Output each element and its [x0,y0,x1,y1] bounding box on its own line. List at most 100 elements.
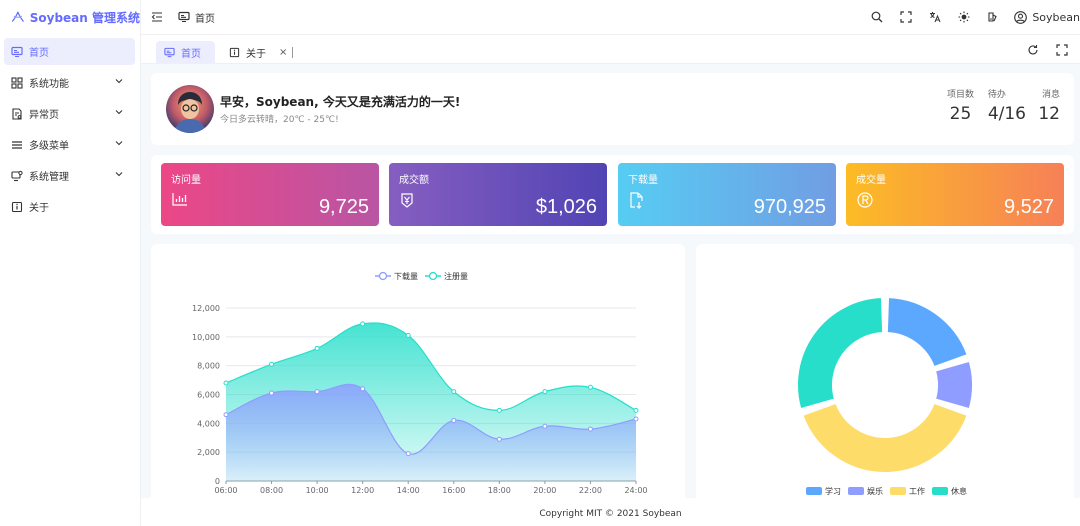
metric-title: 访问量 [171,175,201,186]
x-tick-label: 24:00 [624,486,647,495]
stat-messages: 消息 12 [1038,87,1060,124]
avatar[interactable] [166,85,214,133]
metric-card-downloads[interactable]: 下载量 970,925 [618,163,836,226]
legend-label: 休息 [951,486,967,496]
fullscreen-icon[interactable] [895,6,917,28]
info-icon [11,201,23,213]
metric-card-deals[interactable]: 成交量 9,527 [846,163,1064,226]
stat-value: 12 [1038,104,1060,124]
stat-label: 项目数 [946,90,974,100]
translate-icon[interactable] [924,6,946,28]
data-point [633,416,639,422]
legend-item: 学习 [806,486,841,496]
sidebar-item-exception[interactable]: 异常页 [4,100,135,127]
sidebar-item-label: 关于 [29,203,49,214]
legend-item: 工作 [890,486,925,496]
x-tick-label: 10:00 [306,486,329,495]
sun-icon[interactable] [953,6,975,28]
breadcrumb[interactable]: 首页 [178,10,215,25]
copyright-text: Copyright MIT © 2021 Soybean [539,509,682,519]
bar-chart-icon [172,192,188,209]
y-tick-label: 0 [215,477,220,486]
chevron-down-icon [115,110,123,115]
stat-label: 消息 [1041,90,1060,100]
data-point [451,389,457,395]
stat-label: 待办 [987,90,1006,100]
monitor-icon [11,46,23,58]
sidebar-item-multilevel-menu[interactable]: 多级菜单 [4,131,135,158]
metric-value: 970,925 [753,196,826,218]
metric-value: 9,527 [1003,196,1054,218]
tab-divider [292,47,293,58]
sidebar-item-system-functions[interactable]: 系统功能 [4,69,135,96]
data-point [314,389,320,395]
legend-label: 娱乐 [867,486,883,496]
header-actions: Soybean [859,0,1080,34]
data-point [496,436,502,442]
sidebar-menu: 首页 系统功能 异常页 多级菜单 系统管理 关于 [0,38,140,220]
data-point [223,412,229,418]
refresh-icon[interactable] [1022,39,1044,61]
pie-slice [796,296,885,411]
tab-actions [1022,39,1080,61]
theme-icon[interactable] [982,6,1004,28]
line-chart-card: 0 2,000 4,000 6,000 8,000 10,000 12,000 06:00 08… [151,244,685,504]
breadcrumb-label: 首页 [195,13,215,25]
legend-label: 注册量 [444,271,468,281]
y-tick-label: 10,000 [192,333,220,342]
chevron-down-icon [115,141,123,146]
sidebar-item-label: 系统管理 [29,172,69,183]
metric-value: 9,725 [318,196,369,218]
legend-label: 工作 [909,486,925,496]
stat-projects: 项目数 25 [947,87,974,124]
y-tick-label: 2,000 [197,448,220,457]
sidebar-item-home[interactable]: 首页 [4,38,135,65]
stat-todo: 待办 4/16 [988,87,1026,124]
soybean-logo-icon [12,11,24,22]
metric-card-revenue[interactable]: 成交额 $1,026 [389,163,607,226]
fullscreen-icon[interactable] [1051,39,1073,61]
pie-slice [801,401,969,475]
registered-icon [857,192,873,211]
x-tick-label: 12:00 [351,486,374,495]
sidebar-item-about[interactable]: 关于 [4,193,135,220]
legend-label: 下载量 [394,271,418,281]
y-tick-label: 6,000 [197,391,220,400]
x-tick-label: 14:00 [397,486,420,495]
top-header: 首页 Soybean [141,0,1080,34]
metric-title: 成交额 [399,175,429,186]
data-point [542,389,548,395]
y-tick-label: 12,000 [192,304,220,313]
legend-label: 学习 [825,486,841,496]
x-tick-label: 06:00 [214,486,237,495]
search-icon[interactable] [866,6,888,28]
metric-card-visits[interactable]: 访问量 9,725 [161,163,379,226]
pie-chart[interactable]: 学习 娱乐 工作 休息 [696,244,1074,498]
weather-text: 今日多云转晴，20℃ - 25℃! [220,115,339,125]
data-point [405,451,411,457]
line-chart[interactable]: 0 2,000 4,000 6,000 8,000 10,000 12,000 06:00 08… [151,244,685,498]
menu-icon [11,139,23,151]
user-icon [1014,10,1028,24]
tab-home[interactable]: 首页 [156,41,215,63]
sidebar-item-label: 首页 [29,48,49,59]
tab-about[interactable]: 关于 × [221,41,295,63]
yen-bag-icon [400,192,414,211]
welcome-card: 早安，Soybean, 今天又是充满活力的一天! 今日多云转晴，20℃ - 25… [151,73,1074,145]
app-logo[interactable]: Soybean 管理系统 [0,0,140,34]
data-point [633,407,639,413]
app-title: Soybean 管理系统 [29,10,140,25]
sidebar-item-system-management[interactable]: 系统管理 [4,162,135,189]
data-point [314,345,320,351]
user-name: Soybean [1032,10,1080,24]
grid-icon [11,76,23,89]
sidebar-item-label: 多级菜单 [29,141,69,152]
tab-label: 关于 [246,48,266,60]
collapse-menu-icon[interactable] [150,10,164,24]
data-point [542,423,548,429]
close-icon[interactable]: × [279,47,287,58]
pie-slice [885,296,969,369]
y-tick-label: 4,000 [197,419,220,428]
user-menu[interactable]: Soybean [1014,11,1080,24]
x-tick-label: 08:00 [260,486,283,495]
